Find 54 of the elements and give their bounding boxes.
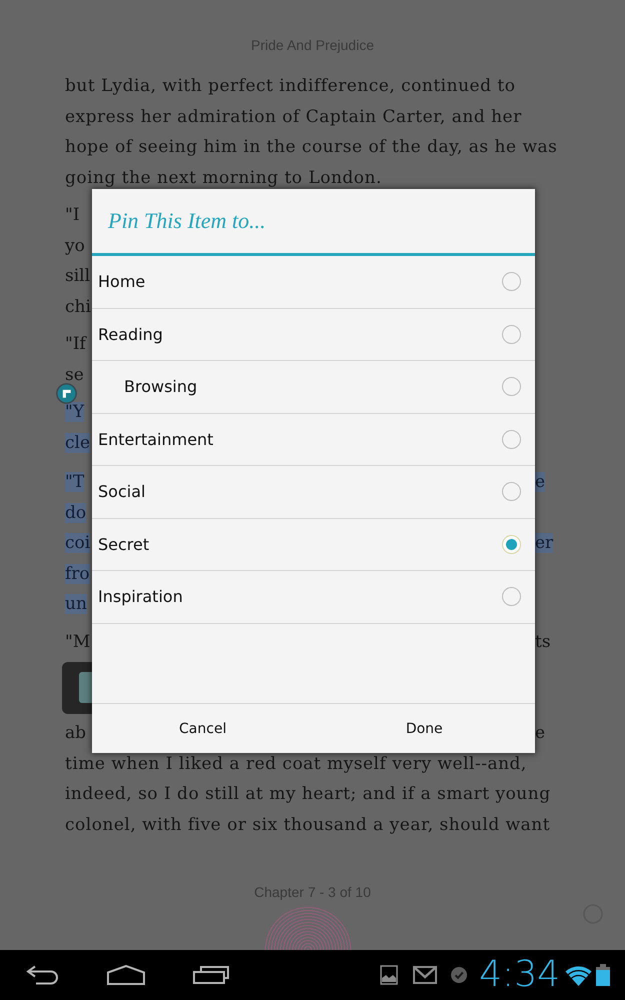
text-fragment: sill bbox=[65, 266, 90, 286]
dialog-button[interactable]: Done bbox=[314, 704, 535, 753]
text-line: but Lydia, with perfect indifference, continued to bbox=[65, 76, 516, 96]
check-circle-icon bbox=[451, 967, 468, 983]
radio-button[interactable] bbox=[502, 377, 521, 396]
selection-handle-icon[interactable] bbox=[56, 383, 77, 404]
radio-button[interactable] bbox=[502, 534, 521, 554]
wifi-icon bbox=[565, 964, 592, 986]
text-line: time when I liked a red coat myself very well--and, bbox=[65, 754, 527, 774]
toolbar-button[interactable] bbox=[79, 672, 93, 703]
text-fragment: se bbox=[65, 364, 84, 384]
option-row[interactable]: Social bbox=[92, 466, 535, 518]
text-fragment: ts bbox=[535, 632, 551, 652]
text-fragment: "I bbox=[65, 205, 80, 225]
image-icon bbox=[380, 965, 398, 985]
text-fragment: "If bbox=[65, 334, 86, 354]
radio-button[interactable] bbox=[502, 324, 521, 344]
radio-button[interactable] bbox=[502, 482, 521, 502]
text-fragment: "Y bbox=[65, 402, 84, 422]
text-fragment: cle bbox=[65, 432, 90, 452]
back-icon[interactable] bbox=[25, 965, 61, 985]
text-fragment: ab bbox=[65, 723, 86, 743]
text-fragment: yo bbox=[65, 236, 85, 256]
mail-icon bbox=[413, 966, 438, 984]
clock-time: 4:34 bbox=[479, 957, 560, 993]
option-row[interactable]: Inspiration bbox=[92, 571, 535, 624]
option-row[interactable]: Secret bbox=[92, 518, 535, 571]
text-fragment: "T bbox=[65, 472, 84, 492]
option-row[interactable]: Entertainment bbox=[92, 414, 535, 466]
text-line: indeed, so I do still at my heart; and if a smart young bbox=[65, 784, 551, 804]
text-fragment: chi bbox=[65, 296, 91, 316]
home-icon[interactable] bbox=[107, 965, 145, 985]
text-fragment: fro bbox=[65, 564, 90, 584]
radio-button[interactable] bbox=[502, 430, 521, 449]
recents-icon[interactable] bbox=[193, 966, 229, 984]
text-fragment: "M bbox=[65, 632, 90, 652]
text-fragment: un bbox=[65, 594, 87, 614]
option-row[interactable]: Browsing bbox=[92, 361, 535, 414]
text-fragment: do bbox=[65, 502, 86, 522]
text-fragment: coi bbox=[65, 533, 90, 553]
option-row[interactable]: Reading bbox=[92, 308, 535, 361]
text-fragment: er bbox=[535, 533, 554, 553]
text-fragment: e bbox=[535, 472, 546, 492]
dialog-title: Pin This Item to... bbox=[108, 208, 266, 234]
text-line: colonel, with five or six thousand a year, should want bbox=[65, 814, 550, 834]
text-fragment: e bbox=[535, 723, 546, 743]
dialog-button[interactable]: Cancel bbox=[92, 704, 314, 753]
text-line: hope of seeing him in the course of the day, as he was bbox=[65, 137, 558, 157]
radio-button[interactable] bbox=[502, 272, 521, 292]
radio-button[interactable] bbox=[502, 587, 521, 606]
battery-icon bbox=[596, 964, 610, 986]
text-line: going the next morning to London. bbox=[65, 168, 382, 188]
text-line: express her admiration of Captain Carter, and her bbox=[65, 106, 522, 126]
option-row[interactable]: Home bbox=[92, 256, 535, 308]
